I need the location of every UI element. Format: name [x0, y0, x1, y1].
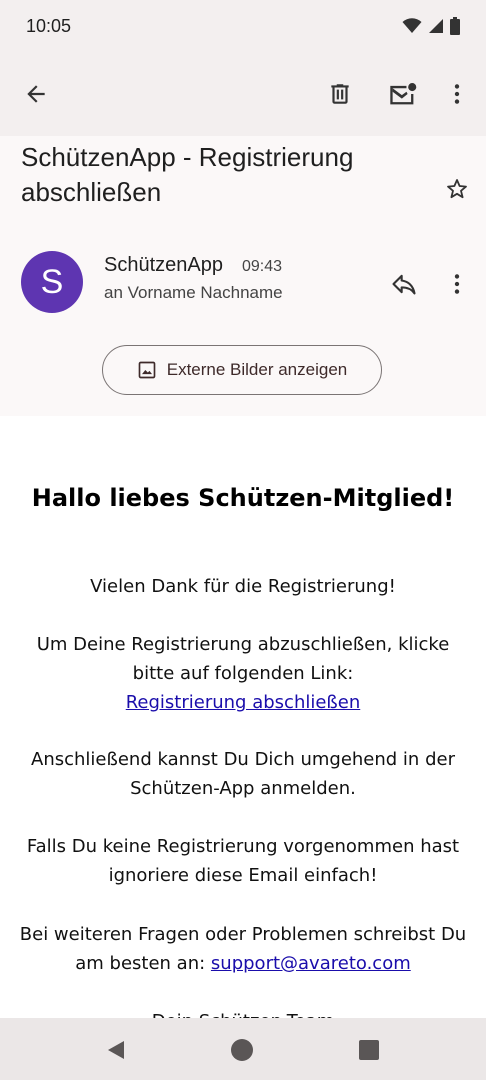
nav-home-button[interactable]	[226, 1034, 258, 1066]
signal-icon	[429, 19, 443, 33]
message-more-button[interactable]	[437, 264, 477, 304]
star-icon	[447, 179, 467, 199]
sender-avatar[interactable]: S	[21, 251, 83, 313]
email-body: Hallo liebes Schützen-Mitglied! Vielen D…	[0, 416, 486, 1018]
instruction-text: Um Deine Registrierung abzuschließen, kl…	[28, 630, 458, 717]
trash-icon	[331, 84, 349, 104]
star-button[interactable]	[444, 176, 470, 202]
more-vert-icon	[454, 84, 460, 104]
status-icons	[402, 17, 460, 35]
signature-text: Dein Schützen-Team	[10, 1007, 476, 1018]
back-arrow-icon	[27, 85, 45, 103]
status-bar: 10:05	[0, 0, 486, 52]
more-vert-icon	[454, 274, 460, 294]
questions-text: Bei weiteren Fragen oder Problemen schre…	[10, 920, 476, 978]
nav-back-triangle-icon	[108, 1041, 124, 1059]
registration-link[interactable]: Registrierung abschließen	[126, 692, 361, 713]
nav-home-circle-icon	[231, 1039, 253, 1061]
nav-recents-button[interactable]	[353, 1034, 385, 1066]
image-icon	[138, 361, 156, 379]
recipient-details[interactable]: an Vorname Nachname	[104, 283, 283, 303]
email-time: 09:43	[242, 258, 283, 275]
more-options-button[interactable]	[437, 74, 477, 114]
delete-button[interactable]	[320, 74, 360, 114]
support-email-link[interactable]: support@avareto.com	[211, 953, 411, 974]
wifi-icon	[402, 18, 422, 33]
status-time: 10:05	[26, 15, 72, 36]
nav-recents-square-icon	[359, 1040, 379, 1060]
mail-unread-icon	[390, 83, 417, 105]
email-subject: SchützenApp - Registrierung abschließen	[21, 142, 354, 207]
reply-button[interactable]	[384, 264, 424, 304]
app-bar	[0, 52, 486, 136]
thanks-text: Vielen Dank für die Registrierung!	[90, 576, 396, 597]
sender-name: SchützenApp	[104, 254, 223, 276]
ignore-text: Falls Du keine Registrierung vorgenommen…	[26, 836, 460, 886]
show-external-images-button[interactable]: Externe Bilder anzeigen	[102, 345, 382, 395]
afterwards-text: Anschließend kannst Du Dich umgehend in …	[31, 749, 455, 799]
back-button[interactable]	[16, 74, 56, 114]
show-external-images-label: Externe Bilder anzeigen	[166, 360, 348, 379]
navigation-bar	[0, 1018, 486, 1080]
battery-icon	[450, 17, 460, 35]
nav-back-button[interactable]	[100, 1034, 132, 1066]
mark-unread-button[interactable]	[382, 74, 424, 114]
greeting-heading: Hallo liebes Schützen-Mitglied!	[31, 484, 455, 512]
instruction-sentence: Um Deine Registrierung abzuschließen, kl…	[36, 634, 450, 684]
reply-icon	[392, 274, 416, 295]
